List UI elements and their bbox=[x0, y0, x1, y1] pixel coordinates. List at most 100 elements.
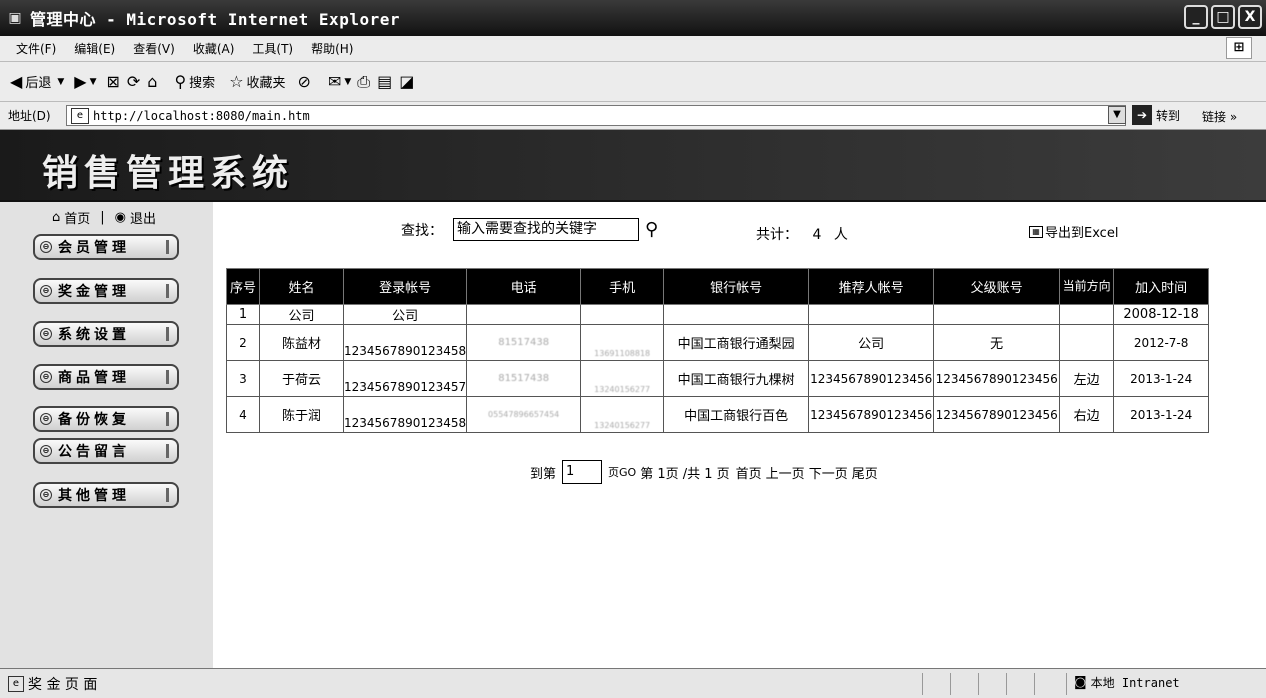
media-button[interactable]: ⊘ bbox=[298, 72, 314, 91]
cell-joined: 2013-1-24 bbox=[1113, 396, 1210, 433]
stop-button[interactable]: ⊠ bbox=[106, 72, 122, 91]
cell-mobile bbox=[580, 304, 665, 325]
col-referrer: 推荐人帐号 bbox=[808, 268, 935, 305]
export-excel-link[interactable]: ▦ 导出到Excel bbox=[1029, 222, 1118, 241]
page-number-input[interactable]: 1 bbox=[562, 460, 603, 484]
table-row[interactable]: 4 陈于润 1234567890123458 05547896657454 13… bbox=[226, 396, 1210, 433]
search-input[interactable]: 输入需要查找的关键字 bbox=[453, 218, 639, 241]
title-bar: ▣ 管理中心 - Microsoft Internet Explorer _ □… bbox=[0, 0, 1266, 36]
favorites-button[interactable]: ☆ 收藏夹 bbox=[229, 72, 285, 91]
refresh-icon: ⟳ bbox=[126, 72, 141, 91]
address-input[interactable]: e http://localhost:8080/main.htm bbox=[66, 105, 1126, 126]
cell-mobile: 13240156277 bbox=[580, 396, 665, 433]
sidebar-item-backup[interactable]: ⊖ 备份恢复 bbox=[33, 406, 179, 432]
mail-button[interactable]: ✉ ▼ bbox=[328, 72, 351, 91]
cell-index: 4 bbox=[226, 396, 260, 433]
go-arrow-icon: ➔ bbox=[1132, 105, 1152, 125]
address-dropdown-icon[interactable]: ▼ bbox=[1108, 106, 1126, 124]
total-unit: 人 bbox=[833, 227, 848, 243]
cell-parent: 1234567890123456 bbox=[933, 396, 1061, 433]
mail-icon: ✉ bbox=[327, 72, 342, 91]
status-divider bbox=[950, 673, 951, 695]
security-zone: ◙ 本地 Intranet bbox=[1074, 674, 1180, 691]
sidebar-item-label: 其他管理 bbox=[58, 488, 130, 504]
logout-link[interactable]: 退出 bbox=[130, 208, 156, 227]
prev-page-link[interactable]: 上一页 bbox=[766, 463, 805, 482]
back-button[interactable]: ◀ 后退 ▼ bbox=[10, 72, 64, 91]
close-button[interactable]: X bbox=[1238, 5, 1262, 29]
header-banner: 销售管理系统 bbox=[0, 130, 1266, 202]
sidebar-item-products[interactable]: ⊖ 商品管理 bbox=[33, 364, 179, 390]
cell-name: 陈于润 bbox=[259, 396, 344, 433]
search-label: 查找： bbox=[401, 222, 443, 239]
col-direction: 当前方向 bbox=[1059, 268, 1115, 305]
back-label: 后退 bbox=[25, 76, 52, 91]
sidebar-item-bonus[interactable]: ⊖ 奖金管理 bbox=[33, 278, 179, 304]
home-button[interactable]: ⌂ bbox=[147, 72, 160, 91]
menu-favorites[interactable]: 收藏(A) bbox=[193, 40, 235, 57]
home-link[interactable]: 首页 bbox=[64, 208, 90, 227]
maximize-button[interactable]: □ bbox=[1211, 5, 1235, 29]
edit-button[interactable]: ▤ bbox=[377, 72, 395, 91]
intranet-icon: ◙ bbox=[1074, 675, 1087, 690]
links-button[interactable]: 链接 » bbox=[1202, 108, 1237, 125]
cell-login: 1234567890123458 bbox=[342, 324, 468, 361]
col-phone: 电话 bbox=[466, 268, 582, 305]
table-row[interactable]: 2 陈益材 1234567890123458 81517438 13691108… bbox=[226, 324, 1210, 361]
col-mobile: 手机 bbox=[580, 268, 665, 305]
divider bbox=[166, 488, 169, 502]
page-status-icon: e bbox=[8, 675, 24, 692]
cell-name: 于荷云 bbox=[259, 360, 344, 397]
edit-icon: ▤ bbox=[377, 72, 393, 91]
messenger-button[interactable]: ◪ bbox=[399, 72, 417, 91]
cell-parent: 1234567890123456 bbox=[933, 360, 1061, 397]
goto-button[interactable]: 页GO bbox=[608, 464, 636, 480]
menu-file[interactable]: 文件(F) bbox=[16, 40, 56, 57]
col-joined: 加入时间 bbox=[1113, 268, 1210, 305]
bullet-icon: ⊖ bbox=[40, 489, 52, 501]
cell-phone: 05547896657454 bbox=[466, 396, 582, 433]
address-bar: 地址(D) e http://localhost:8080/main.htm ▼… bbox=[0, 102, 1266, 130]
sidebar-item-label: 系统设置 bbox=[58, 327, 130, 343]
sidebar-item-settings[interactable]: ⊖ 系统设置 bbox=[33, 321, 179, 347]
total-label: 共计： bbox=[756, 227, 798, 243]
search-toolbar-button[interactable]: ⚲ 搜索 bbox=[174, 72, 215, 91]
divider bbox=[166, 284, 169, 298]
cell-joined: 2013-1-24 bbox=[1113, 360, 1210, 397]
cell-login: 1234567890123458 bbox=[342, 396, 468, 433]
forward-dropdown-icon[interactable]: ▼ bbox=[90, 77, 97, 87]
sidebar-item-label: 商品管理 bbox=[58, 370, 130, 386]
cell-referrer: 1234567890123456 bbox=[808, 360, 935, 397]
print-button[interactable]: ⎙ bbox=[357, 72, 373, 92]
last-page-link[interactable]: 尾页 bbox=[852, 463, 878, 482]
search-icon[interactable]: ⚲ bbox=[645, 219, 658, 240]
divider bbox=[166, 370, 169, 384]
back-dropdown-icon[interactable]: ▼ bbox=[57, 77, 64, 87]
status-divider bbox=[1034, 673, 1035, 695]
sidebar-item-label: 备份恢复 bbox=[58, 412, 130, 428]
sidebar-item-other[interactable]: ⊖ 其他管理 bbox=[33, 482, 179, 508]
page-icon: e bbox=[71, 107, 89, 124]
menu-edit[interactable]: 编辑(E) bbox=[74, 40, 115, 57]
minimize-button[interactable]: _ bbox=[1184, 5, 1208, 29]
sidebar-item-announcements[interactable]: ⊖ 公告留言 bbox=[33, 438, 179, 464]
go-button[interactable]: ➔ 转到 bbox=[1132, 105, 1180, 125]
cell-mobile: 13240156277 bbox=[580, 360, 665, 397]
refresh-button[interactable]: ⟳ bbox=[127, 72, 143, 91]
forward-button[interactable]: ▶ ▼ bbox=[74, 72, 96, 91]
system-title: 销售管理系统 bbox=[42, 153, 295, 194]
next-page-link[interactable]: 下一页 bbox=[809, 463, 848, 482]
table-row[interactable]: 1 公司 公司 2008-12-18 bbox=[226, 304, 1210, 325]
address-label: 地址(D) bbox=[8, 109, 51, 123]
sidebar-item-member[interactable]: ⊖ 会员管理 bbox=[33, 234, 179, 260]
table-row[interactable]: 3 于荷云 1234567890123457 81517438 13240156… bbox=[226, 360, 1210, 397]
menu-tools[interactable]: 工具(T) bbox=[252, 40, 293, 57]
menu-help[interactable]: 帮助(H) bbox=[311, 40, 353, 57]
first-page-link[interactable]: 首页 bbox=[736, 463, 762, 482]
col-bank: 银行帐号 bbox=[663, 268, 810, 305]
cell-bank: 中国工商银行百色 bbox=[663, 396, 810, 433]
home-icon: ⌂ bbox=[147, 72, 158, 91]
menu-view[interactable]: 查看(V) bbox=[133, 40, 175, 57]
cell-direction: 左边 bbox=[1059, 360, 1115, 397]
mail-dropdown-icon[interactable]: ▼ bbox=[344, 77, 351, 87]
